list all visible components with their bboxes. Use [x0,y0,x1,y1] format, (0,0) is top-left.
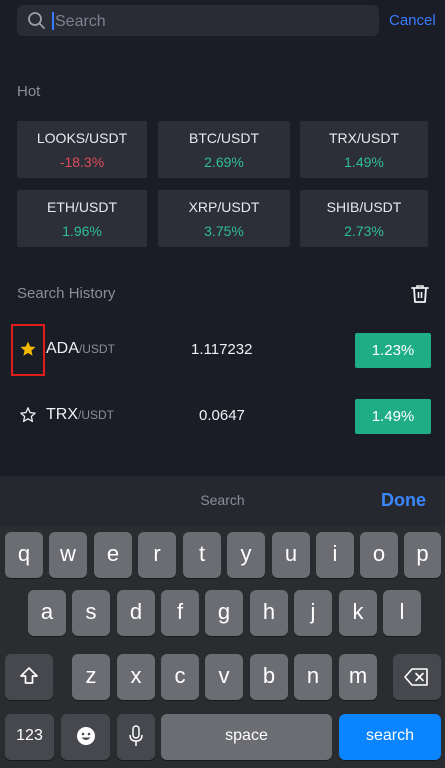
hot-item-eth[interactable]: ETH/USDT 1.96% [17,190,147,247]
hot-item-pair: XRP/USDT [188,199,260,215]
hot-item-change: 1.49% [344,154,384,170]
key-z[interactable]: z [72,654,110,700]
numbers-key[interactable]: 123 [5,714,54,760]
key-u[interactable]: u [272,532,310,578]
search-input[interactable] [53,8,357,35]
hot-item-pair: TRX/USDT [329,130,399,146]
backspace-key[interactable] [393,654,441,700]
key-o[interactable]: o [360,532,398,578]
key-e[interactable]: e [94,532,132,578]
history-quote: /USDT [78,408,114,422]
key-g[interactable]: g [205,590,243,636]
history-change-badge: 1.49% [355,399,431,434]
done-button[interactable]: Done [381,490,426,511]
key-r[interactable]: r [138,532,176,578]
history-row-ada[interactable]: ADA/USDT 1.117232 1.23% [0,320,445,380]
space-key[interactable]: space [161,714,332,760]
history-symbol: ADA/USDT [46,340,115,357]
hot-item-change: -18.3% [59,154,105,170]
key-f[interactable]: f [161,590,199,636]
key-q[interactable]: q [5,532,43,578]
key-w[interactable]: w [49,532,87,578]
key-d[interactable]: d [117,590,155,636]
key-y[interactable]: y [227,532,265,578]
keyboard-bar-label: Search [200,492,245,508]
history-price: 0.0647 [199,407,245,424]
key-n[interactable]: n [294,654,332,700]
backspace-icon [404,668,428,686]
hot-item-change: 2.69% [204,154,244,170]
hot-item-pair: LOOKS/USDT [36,130,128,146]
key-m[interactable]: m [339,654,377,700]
shift-key[interactable] [5,654,53,700]
key-v[interactable]: v [205,654,243,700]
search-box[interactable] [17,5,379,36]
hot-item-pair: BTC/USDT [189,130,259,146]
key-i[interactable]: i [316,532,354,578]
highlight-annotation [11,324,45,376]
key-x[interactable]: x [117,654,155,700]
hot-item-trx[interactable]: TRX/USDT 1.49% [300,121,428,178]
search-header: Cancel [0,0,445,44]
key-b[interactable]: b [250,654,288,700]
hot-section-title: Hot [17,83,41,100]
history-quote: /USDT [78,342,115,356]
hot-item-pair: ETH/USDT [47,199,117,215]
history-change-badge: 1.23% [355,333,431,368]
key-k[interactable]: k [339,590,377,636]
star-outline-icon[interactable] [19,406,37,424]
trash-icon[interactable] [409,283,431,305]
dictation-key[interactable] [117,714,155,760]
key-c[interactable]: c [161,654,199,700]
key-s[interactable]: s [72,590,110,636]
key-l[interactable]: l [383,590,421,636]
emoji-icon [76,727,95,745]
keyboard-accessory-bar: Search Done [0,476,445,526]
hot-item-change: 1.96% [62,223,102,239]
search-history-title: Search History [17,285,116,302]
cancel-button[interactable]: Cancel [389,12,436,29]
key-t[interactable]: t [183,532,221,578]
shift-icon [20,667,38,684]
key-j[interactable]: j [294,590,332,636]
history-row-trx[interactable]: TRX/USDT 0.0647 1.49% [0,386,445,446]
text-cursor [52,12,54,30]
hot-item-change: 2.73% [344,223,384,239]
hot-item-change: 3.75% [204,223,244,239]
key-a[interactable]: a [28,590,66,636]
microphone-icon [129,725,143,746]
key-h[interactable]: h [250,590,288,636]
keyboard: q w e r t y u i o p a s d f g h j k l z … [0,526,445,768]
search-key[interactable]: search [339,714,441,760]
key-p[interactable]: p [404,532,441,578]
hot-item-shib[interactable]: SHIB/USDT 2.73% [300,190,428,247]
history-price: 1.117232 [191,341,253,358]
hot-item-btc[interactable]: BTC/USDT 2.69% [158,121,290,178]
hot-item-xrp[interactable]: XRP/USDT 3.75% [158,190,290,247]
hot-item-looks[interactable]: LOOKS/USDT -18.3% [17,121,147,178]
search-icon [28,12,45,29]
hot-item-pair: SHIB/USDT [326,199,402,215]
emoji-key[interactable] [61,714,110,760]
history-symbol: TRX/USDT [46,406,114,423]
